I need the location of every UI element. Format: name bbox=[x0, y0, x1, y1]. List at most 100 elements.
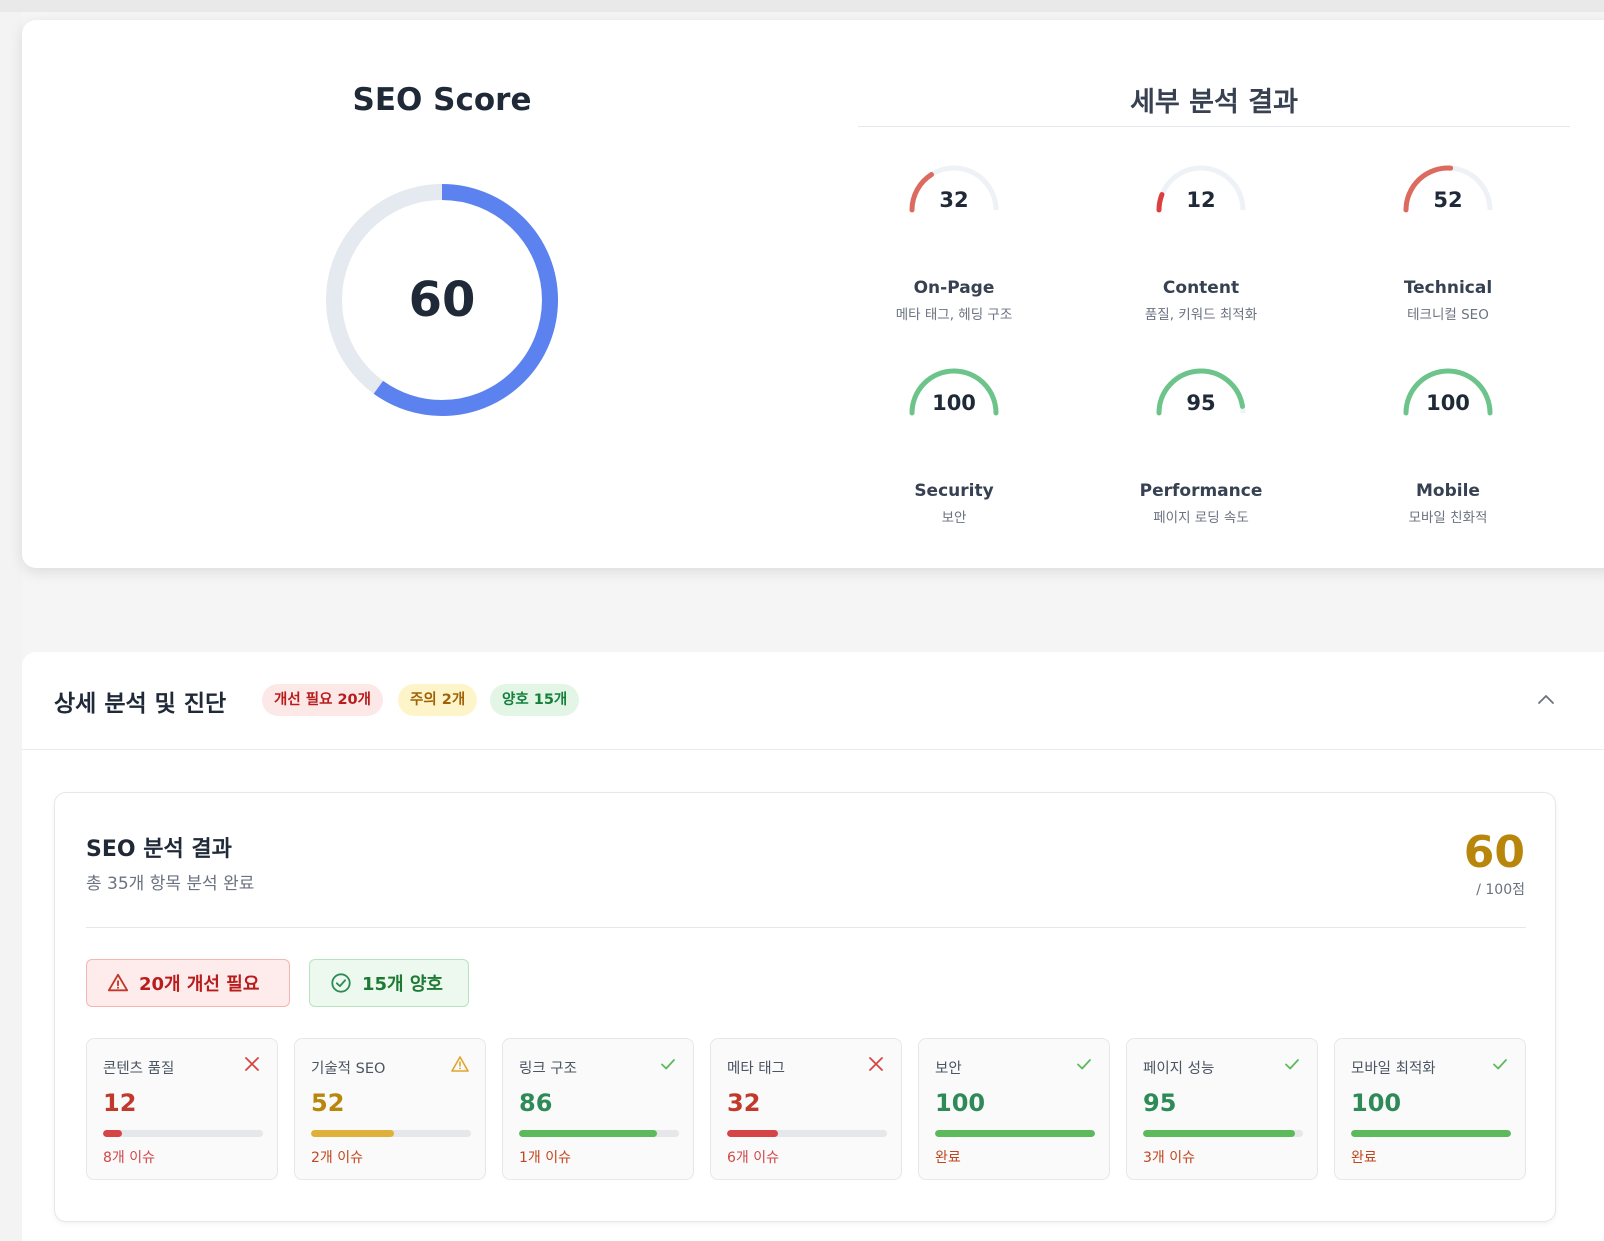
collapse-button[interactable] bbox=[1534, 688, 1558, 712]
gauge-value: 100 bbox=[1426, 391, 1470, 415]
gauge-label: Technical bbox=[1403, 278, 1493, 298]
result-score: 60 bbox=[1463, 827, 1525, 878]
gauge-sublabel: 품질, 키워드 최적화 bbox=[1144, 307, 1258, 323]
divider bbox=[86, 927, 1526, 928]
chip-warning: 주의 2개 bbox=[398, 684, 478, 716]
needs-improvement-filter[interactable]: 20개 개선 필요 bbox=[86, 959, 290, 1007]
gauge-performance: 95 Performance 페이지 로딩 속도 bbox=[1091, 363, 1311, 543]
progress-fill bbox=[1143, 1130, 1295, 1137]
metric-name: 메타 태그 bbox=[727, 1061, 785, 1077]
seo-score-value: 60 bbox=[408, 272, 476, 328]
metric-card[interactable]: 페이지 성능 95 3개 이슈 bbox=[1126, 1038, 1318, 1180]
metric-issue-count: 8개 이슈 bbox=[103, 1150, 155, 1166]
gauge-label: On-Page bbox=[913, 278, 995, 298]
metric-name: 콘텐츠 품질 bbox=[103, 1061, 175, 1077]
progress-fill bbox=[519, 1130, 657, 1137]
metric-issue-count: 3개 이슈 bbox=[1143, 1150, 1195, 1166]
progress-fill bbox=[103, 1130, 123, 1137]
gauge-value: 52 bbox=[1433, 188, 1463, 212]
metric-card[interactable]: 모바일 최적화 100 완료 bbox=[1334, 1038, 1526, 1180]
metric-name: 링크 구조 bbox=[519, 1061, 577, 1077]
gauge-mobile: 100 Mobile 모바일 친화적 bbox=[1338, 363, 1558, 543]
gauge-value: 100 bbox=[932, 391, 976, 415]
gauge-sublabel: 모바일 친화적 bbox=[1408, 510, 1488, 526]
progress-track bbox=[727, 1130, 887, 1137]
detail-analysis-panel: 상세 분석 및 진단 개선 필요 20개 주의 2개 양호 15개 SEO 분석… bbox=[22, 652, 1604, 1241]
gauge-sublabel: 페이지 로딩 속도 bbox=[1153, 510, 1249, 526]
x-icon bbox=[869, 1057, 883, 1071]
needs-improvement-label: 20개 개선 필요 bbox=[139, 974, 260, 995]
check-icon bbox=[1493, 1059, 1507, 1070]
gauge-security: 100 Security 보안 bbox=[844, 363, 1064, 543]
chevron-up-icon bbox=[1538, 695, 1554, 704]
check-icon bbox=[1077, 1059, 1091, 1070]
gauge-sublabel: 보안 bbox=[941, 510, 967, 526]
x-icon bbox=[245, 1057, 259, 1071]
metric-name: 페이지 성능 bbox=[1143, 1061, 1215, 1077]
good-label: 15개 양호 bbox=[362, 974, 443, 995]
metric-card[interactable]: 콘텐츠 품질 12 8개 이슈 bbox=[86, 1038, 278, 1180]
warning-icon bbox=[107, 973, 129, 992]
progress-fill bbox=[935, 1130, 1095, 1137]
metric-name: 기술적 SEO bbox=[311, 1061, 386, 1077]
gauge-sublabel: 테크니컬 SEO bbox=[1407, 307, 1489, 323]
metric-name: 모바일 최적화 bbox=[1351, 1061, 1436, 1077]
metric-issue-count: 2개 이슈 bbox=[311, 1150, 363, 1166]
detail-summary-title: 세부 분석 결과 bbox=[1130, 87, 1298, 118]
gauge-label: Mobile bbox=[1416, 481, 1480, 501]
panel-header[interactable]: 상세 분석 및 진단 개선 필요 20개 주의 2개 양호 15개 bbox=[22, 652, 1604, 750]
gauge-label: Content bbox=[1162, 278, 1240, 298]
seo-score-card: SEO Score 60 세부 분석 결과 32 On-Page 메타 태그, 헤딩… bbox=[22, 20, 1604, 568]
metric-value: 12 bbox=[103, 1089, 137, 1117]
chip-good: 양호 15개 bbox=[490, 684, 580, 716]
progress-track bbox=[103, 1130, 263, 1137]
gauge-label: Security bbox=[914, 481, 994, 501]
gauge-value: 12 bbox=[1186, 188, 1216, 212]
gauge-value: 95 bbox=[1186, 391, 1216, 415]
metric-card[interactable]: 기술적 SEO 52 2개 이슈 bbox=[294, 1038, 486, 1180]
metric-value: 95 bbox=[1143, 1089, 1177, 1117]
gauge-technical: 52 Technical 테크니컬 SEO bbox=[1338, 160, 1558, 340]
metric-value: 86 bbox=[519, 1089, 553, 1117]
warning-icon bbox=[451, 1056, 469, 1072]
result-subtitle: 총 35개 항목 분석 완료 bbox=[86, 874, 255, 894]
metric-name: 보안 bbox=[935, 1061, 962, 1077]
progress-fill bbox=[311, 1130, 395, 1137]
check-icon bbox=[1285, 1059, 1299, 1070]
progress-fill bbox=[727, 1130, 779, 1137]
check-circle-icon bbox=[331, 973, 351, 993]
progress-fill bbox=[1351, 1130, 1511, 1137]
chip-needs-improvement: 개선 필요 20개 bbox=[262, 684, 383, 716]
seo-score-title: SEO Score bbox=[352, 82, 532, 118]
check-icon bbox=[661, 1059, 675, 1070]
divider bbox=[858, 126, 1570, 127]
good-filter[interactable]: 15개 양호 bbox=[309, 959, 469, 1007]
gauge-content: 12 Content 품질, 키워드 최적화 bbox=[1091, 160, 1311, 340]
progress-track bbox=[1143, 1130, 1303, 1137]
seo-result-card: SEO 분석 결과 총 35개 항목 분석 완료 60 / 100점 20개 개… bbox=[54, 792, 1556, 1222]
progress-track bbox=[519, 1130, 679, 1137]
metric-card[interactable]: 링크 구조 86 1개 이슈 bbox=[502, 1038, 694, 1180]
left-band bbox=[0, 12, 22, 1241]
gauge-label: Performance bbox=[1139, 481, 1263, 501]
metric-value: 32 bbox=[727, 1089, 761, 1117]
result-title: SEO 분석 결과 bbox=[86, 837, 232, 862]
metric-issue-count: 완료 bbox=[1351, 1150, 1377, 1166]
metric-issue-count: 6개 이슈 bbox=[727, 1150, 779, 1166]
gauge-value: 32 bbox=[939, 188, 969, 212]
panel-title: 상세 분석 및 진단 bbox=[54, 691, 227, 717]
metric-issue-count: 1개 이슈 bbox=[519, 1150, 571, 1166]
result-max: / 100점 bbox=[1476, 882, 1525, 898]
metric-card[interactable]: 보안 100 완료 bbox=[918, 1038, 1110, 1180]
metric-value: 100 bbox=[1351, 1089, 1402, 1117]
gauge-sublabel: 메타 태그, 헤딩 구조 bbox=[895, 307, 1013, 323]
progress-track bbox=[1351, 1130, 1511, 1137]
progress-track bbox=[935, 1130, 1095, 1137]
metric-value: 52 bbox=[311, 1089, 345, 1117]
metric-card[interactable]: 메타 태그 32 6개 이슈 bbox=[710, 1038, 902, 1180]
metric-value: 100 bbox=[935, 1089, 986, 1117]
top-band bbox=[0, 0, 1604, 12]
gauge-on-page: 32 On-Page 메타 태그, 헤딩 구조 bbox=[844, 160, 1064, 340]
progress-track bbox=[311, 1130, 471, 1137]
metric-issue-count: 완료 bbox=[935, 1150, 961, 1166]
